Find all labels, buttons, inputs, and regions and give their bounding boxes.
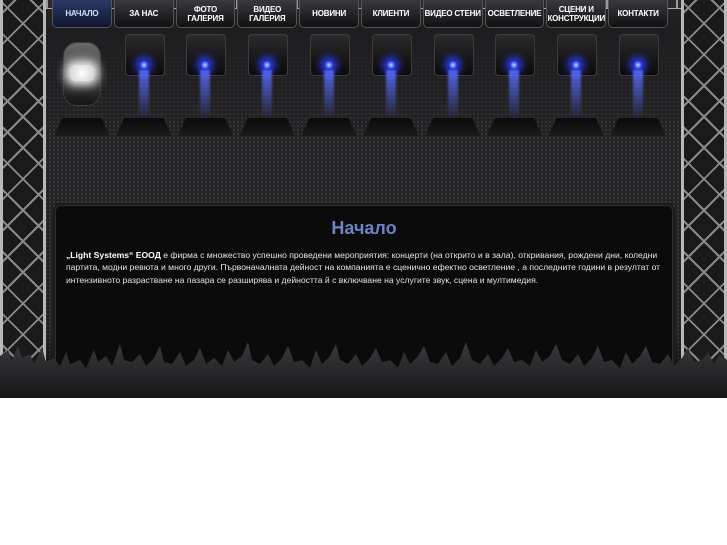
nav-item-contacts[interactable]: КОНТАКТИ [608, 0, 668, 28]
main-nav: НАЧАЛО ЗА НАС ФОТО ГАЛЕРИЯ ВИДЕО ГАЛЕРИЯ… [52, 0, 668, 30]
moving-head-light-icon [299, 30, 359, 140]
nav-item-news[interactable]: НОВИНИ [299, 0, 359, 28]
nav-item-about[interactable]: ЗА НАС [113, 0, 174, 28]
moving-head-light-icon [52, 30, 112, 140]
crowd-silhouette [0, 342, 727, 398]
moving-head-light-icon [361, 30, 421, 140]
stage-lights [52, 30, 668, 140]
intro-paragraph: „Light Systems“ ЕООД е фирма с множество… [66, 249, 662, 286]
company-name: „Light Systems“ ЕООД [66, 250, 161, 260]
moving-head-light-icon [546, 30, 606, 140]
moving-head-light-icon [423, 30, 483, 140]
moving-head-light-icon [608, 30, 668, 140]
nav-item-video-walls[interactable]: ВИДЕО СТЕНИ [422, 0, 483, 28]
nav-item-lighting[interactable]: ОСВЕТЛЕНИЕ [484, 0, 545, 28]
moving-head-light-icon [485, 30, 545, 140]
moving-head-light-icon [114, 30, 174, 140]
moving-head-light-icon [237, 30, 297, 140]
page-title: Начало [331, 218, 397, 238]
nav-item-photo-gallery[interactable]: ФОТО ГАЛЕРИЯ [175, 0, 236, 28]
nav-item-clients[interactable]: КЛИЕНТИ [360, 0, 421, 28]
nav-item-stages[interactable]: СЦЕНИ И КОНСТРУКЦИИ [546, 0, 607, 28]
stage-header: НАЧАЛО ЗА НАС ФОТО ГАЛЕРИЯ ВИДЕО ГАЛЕРИЯ… [0, 0, 727, 398]
moving-head-light-icon [176, 30, 236, 140]
nav-item-home[interactable]: НАЧАЛО [52, 0, 112, 28]
nav-item-video-gallery[interactable]: ВИДЕО ГАЛЕРИЯ [237, 0, 298, 28]
